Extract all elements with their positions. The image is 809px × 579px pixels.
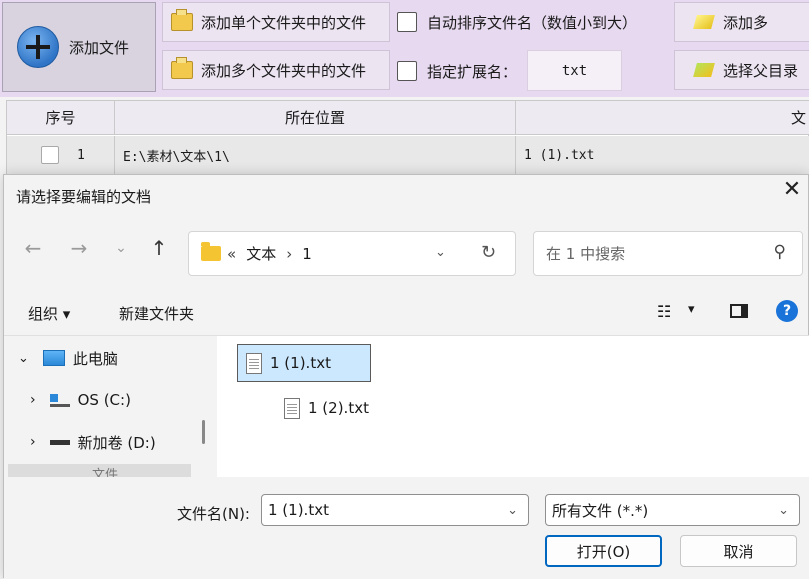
file-grid: 序号 所在位置 文 1 E:\素材\文本\1\ 1 (1).txt [6,100,809,176]
new-folder-button[interactable]: 新建文件夹 [119,303,194,324]
breadcrumb-item[interactable]: 文本 [246,243,276,264]
add-more-button[interactable]: 添加多 [674,2,809,42]
specify-ext-checkbox[interactable]: 指定扩展名： [397,58,517,84]
folder-icon [201,242,221,261]
list-item[interactable]: 1 (2).txt [276,389,396,427]
plus-icon [17,26,59,68]
column-header-index[interactable]: 序号 [7,101,115,135]
navigation-pane: ⌄ 此电脑 › OS (C:) › 新加卷 (D:) 文件... [4,336,216,477]
choose-parent-button[interactable]: 选择父目录 [674,50,809,90]
back-arrow-icon[interactable]: ← [18,233,48,263]
extension-input[interactable]: txt [527,50,622,91]
breadcrumb-overflow[interactable]: « [227,245,236,263]
recent-chevron-icon[interactable]: ⌄ [106,233,136,263]
command-bar: 组织 ▾ 新建文件夹 ☷ ▾ ? [4,288,809,336]
row-index: 1 [77,147,85,163]
column-header-location[interactable]: 所在位置 [115,101,516,135]
dialog-footer: 文件名(N): 1 (1).txt ⌄ 所有文件 (*.*) ⌄ 打开(O) 取… [4,477,809,579]
nav-item-this-pc[interactable]: ⌄ 此电脑 [18,338,218,378]
expand-chevron-icon[interactable]: › [30,392,36,408]
specify-ext-label: 指定扩展名： [427,62,518,81]
add-more-label: 添加多 [723,13,769,32]
organize-label: 组织 [28,305,59,323]
add-file-label: 添加文件 [69,38,130,57]
add-multi-folder-label: 添加多个文件夹中的文件 [201,61,367,80]
file-name: 1 (2).txt [308,399,369,417]
auto-sort-label: 自动排序文件名（数值小到大） [427,13,638,32]
folder-icon [171,9,193,31]
organize-menu[interactable]: 组织 ▾ [28,303,70,324]
folder-icon [171,57,193,79]
expand-chevron-icon[interactable]: ⌄ [18,351,29,366]
choose-parent-label: 选择父目录 [723,61,799,80]
preview-pane-icon[interactable] [730,304,748,318]
checkbox-box[interactable] [397,12,417,32]
text-file-icon [246,352,262,374]
nav-item-label: 此电脑 [72,349,118,368]
filename-label: 文件名(N): [177,505,250,523]
file-type-select[interactable]: 所有文件 (*.*) ⌄ [545,494,800,526]
expand-chevron-icon[interactable]: › [30,434,36,450]
dialog-title: 请选择要编辑的文档 [16,188,152,206]
list-item[interactable]: 1 (1).txt [237,344,371,382]
refresh-icon[interactable]: ↻ [481,242,496,263]
search-icon[interactable]: ⚲ [774,242,786,262]
view-dropdown-icon[interactable]: ▾ [688,302,695,317]
nav-item-label: OS (C:) [77,391,131,409]
nav-item-os-c[interactable]: › OS (C:) [30,380,230,420]
file-type-value: 所有文件 (*.*) [552,501,649,520]
table-row-index[interactable]: 1 [7,136,115,174]
chevron-down-icon[interactable]: ⌄ [507,503,518,518]
address-dropdown-icon[interactable]: ⌄ [435,245,446,260]
forward-arrow-icon[interactable]: → [64,233,94,263]
add-multi-folder-button[interactable]: 添加多个文件夹中的文件 [162,50,390,90]
row-location: E:\素材\文本\1\ [115,136,516,174]
add-single-folder-label: 添加单个文件夹中的文件 [201,13,367,32]
filename-combobox[interactable]: 1 (1).txt ⌄ [261,494,529,526]
help-icon[interactable]: ? [776,300,798,322]
file-name: 1 (1).txt [270,354,331,372]
drive-icon [49,393,70,407]
auto-sort-checkbox[interactable]: 自动排序文件名（数值小到大） [397,9,637,35]
row-checkbox[interactable] [41,146,59,164]
text-file-icon [284,397,300,419]
open-button[interactable]: 打开(O) [545,535,662,567]
add-single-folder-button[interactable]: 添加单个文件夹中的文件 [162,2,390,42]
address-bar[interactable]: « 文本 › 1 ⌄ ↻ [188,231,516,276]
breadcrumb-separator: › [286,244,293,263]
open-file-dialog: 请选择要编辑的文档 ✕ ← → ⌄ ↑ « 文本 › 1 ⌄ ↻ 在 1 中搜索… [3,174,809,579]
column-header-name[interactable]: 文 [516,101,809,135]
cancel-button[interactable]: 取消 [680,535,797,567]
search-input[interactable]: 在 1 中搜索 ⚲ [533,231,803,276]
filename-value: 1 (1).txt [268,501,329,519]
nav-scrollbar[interactable] [202,420,205,444]
nav-item-clipped[interactable]: 文件... [8,464,191,477]
nav-item-label: 新加卷 (D:) [77,433,156,452]
search-placeholder: 在 1 中搜索 [546,245,626,263]
nav-item-d[interactable]: › 新加卷 (D:) [30,422,230,462]
breadcrumb-item[interactable]: 1 [302,245,312,263]
gem-icon [693,15,715,29]
view-list-icon[interactable]: ☷ [657,302,671,321]
close-icon[interactable]: ✕ [780,179,804,203]
row-name: 1 (1).txt [516,136,809,174]
chevron-down-icon[interactable]: ⌄ [778,503,789,518]
computer-icon [42,350,65,366]
add-file-button[interactable]: 添加文件 [2,2,156,92]
gem-icon [693,63,715,77]
nav-item-label: 文件... [92,468,131,477]
drive-icon [49,439,70,445]
file-list: 1 (1).txt 1 (2).txt [217,336,809,477]
up-arrow-icon[interactable]: ↑ [144,233,174,263]
checkbox-box[interactable] [397,61,417,81]
